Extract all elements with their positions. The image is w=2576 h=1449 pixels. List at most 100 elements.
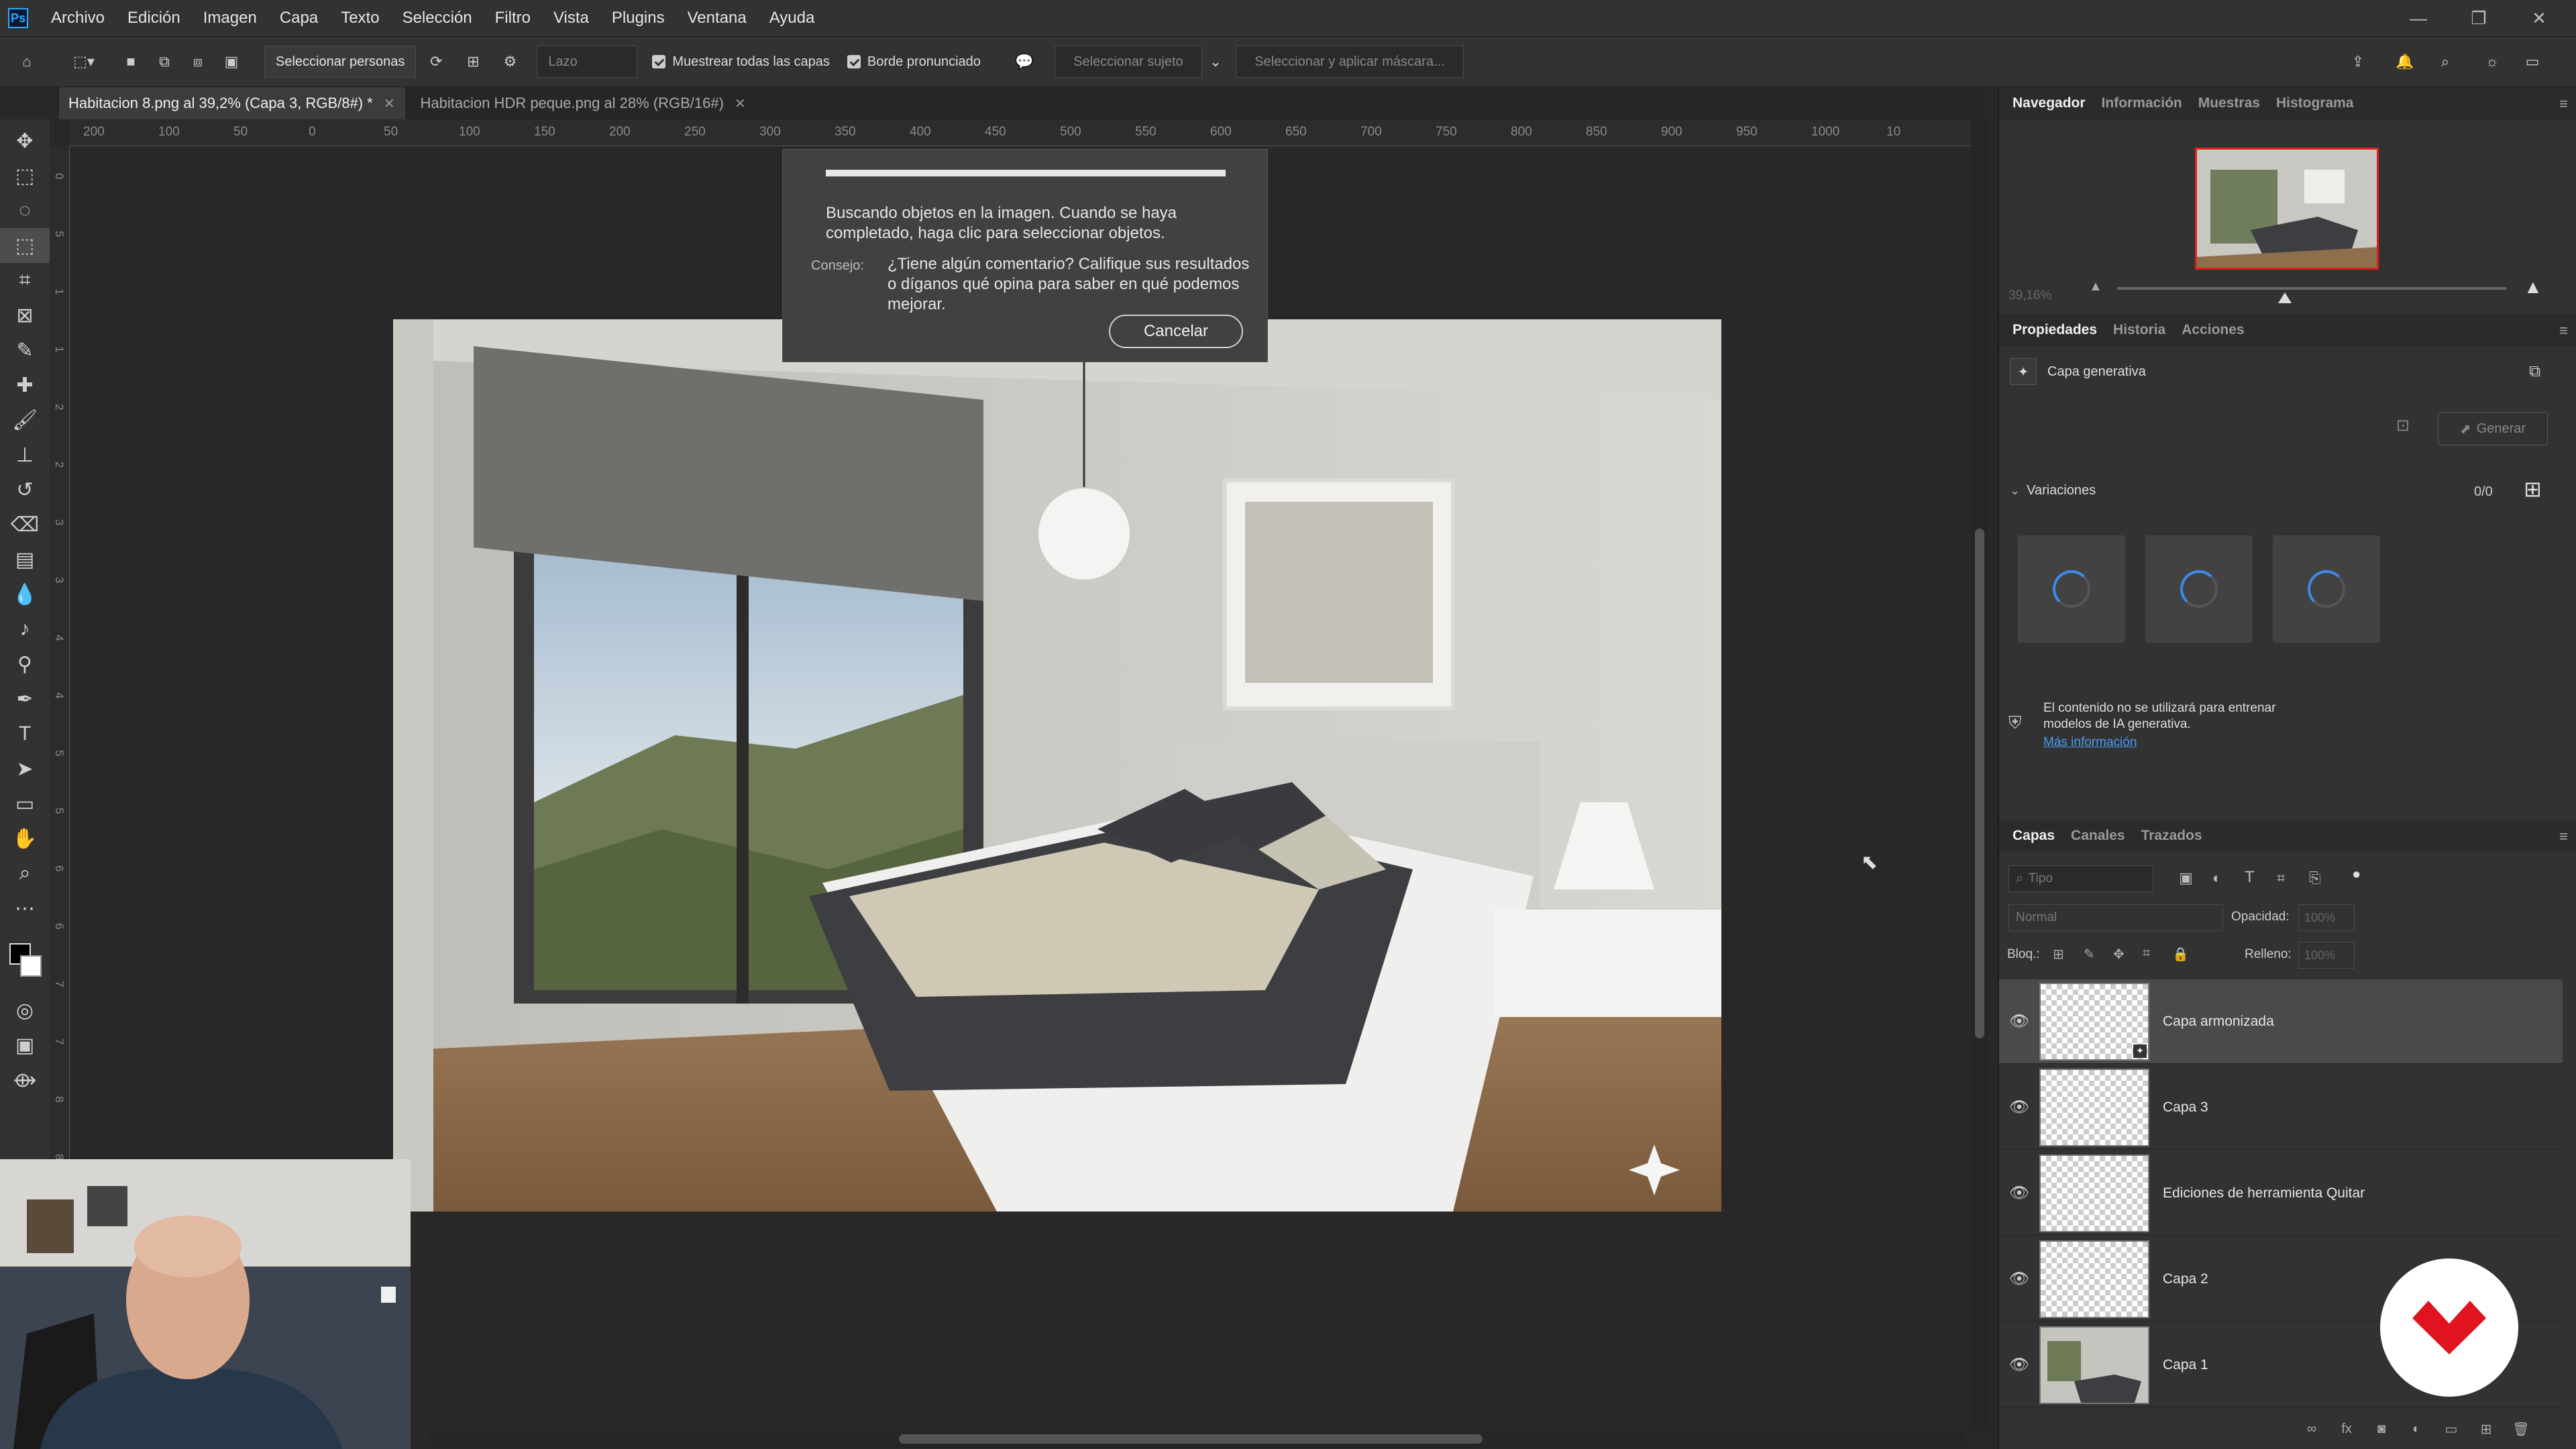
filter-adjustment-icon[interactable]: ◐ [2212,869,2221,887]
scroll-thumb[interactable] [899,1434,1483,1444]
zoom-slider[interactable] [2117,287,2506,290]
discover-icon[interactable]: ☼ [2475,45,2509,78]
healing-brush-icon[interactable]: ✚ [0,368,50,402]
tab-histograma[interactable]: Histograma [2273,95,2357,111]
share-icon[interactable]: ⇪ [2341,45,2375,78]
layer-row-ediciones-quitar[interactable]: 👁 Ediciones de herramienta Quitar [1999,1151,2563,1236]
zoom-in-icon[interactable]: ▲ [2524,276,2542,298]
horizontal-scrollbar[interactable] [429,1430,1966,1448]
filter-type-icon[interactable]: T [2245,868,2255,887]
mode-select[interactable]: Lazo [537,46,638,78]
object-finder-icon[interactable]: ⊞ [456,45,490,78]
reference-image-icon[interactable]: ⊡ [2396,416,2410,435]
lock-position-icon[interactable]: ✥ [2113,946,2125,963]
tab-acciones[interactable]: Acciones [2179,322,2247,338]
search-icon[interactable]: ⌕ [2428,45,2462,78]
bedroom-photo[interactable] [393,319,1721,1212]
hand-tool-icon[interactable]: ✋ [0,821,50,856]
chevron-down-icon[interactable]: ⌄ [1202,45,1229,78]
tab-informacion[interactable]: Información [2099,95,2185,111]
crop-tool-icon[interactable]: ⌗ [0,263,50,298]
type-tool-icon[interactable]: T [0,716,50,751]
bell-icon[interactable]: 🔔 [2388,45,2422,78]
marquee-tool-icon[interactable]: ⬚ [0,158,50,193]
feedback-icon[interactable]: 💬 [1001,45,1048,78]
zoom-tool-icon[interactable]: ⌕ [0,856,50,891]
tab-muestras[interactable]: Muestras [2196,95,2263,111]
variations-header[interactable]: ⌄ Variaciones [2010,483,2096,498]
select-and-mask-button[interactable]: Seleccionar y aplicar máscara... [1235,46,1464,78]
tab-capas[interactable]: Capas [2010,828,2057,844]
panel-menu-icon[interactable]: ≡ [2559,322,2568,339]
grid-view-icon[interactable]: ⊞ [2524,476,2542,502]
link-layers-icon[interactable]: ∞ [2294,1421,2329,1437]
variation-thumbnail-1[interactable] [2018,535,2125,643]
panel-menu-icon[interactable]: ≡ [2559,95,2568,113]
fill-field[interactable]: 100% [2298,942,2355,969]
opacity-field[interactable]: 100% [2298,904,2355,931]
quick-mask-icon[interactable]: ◎ [0,993,50,1028]
refresh-icon[interactable]: ⟳ [416,45,456,78]
visibility-eye-icon[interactable]: 👁 [1999,1012,2039,1031]
new-selection-icon[interactable]: ■ [114,45,148,78]
delete-layer-icon[interactable]: 🗑 [2504,1421,2538,1438]
select-people-button[interactable]: Seleccionar personas [264,46,417,78]
menu-texto[interactable]: Texto [341,9,379,28]
more-info-link[interactable]: Más información [2043,735,2137,750]
dodge-tool-icon[interactable]: ♪ [0,612,50,647]
sample-all-layers-checkbox[interactable]: Muestrear todas las capas [652,54,830,70]
color-swatches[interactable] [0,926,50,993]
filter-toggle-icon[interactable]: ● [2352,865,2361,883]
move-tool-icon[interactable]: ✥ [0,123,50,158]
visibility-eye-icon[interactable]: 👁 [1999,1183,2039,1203]
gradient-tool-icon[interactable]: ▤ [0,542,50,577]
blur-tool-icon[interactable]: 💧 [0,577,50,612]
object-selection-preset-icon[interactable]: ⬚▾ [54,45,114,78]
blend-mode-select[interactable]: Normal [2008,904,2223,931]
generative-fill-icon[interactable]: ⟴ [0,1063,50,1097]
tab-historia[interactable]: Historia [2110,322,2168,338]
layer-row-capa-armonizada[interactable]: 👁 ✦ Capa armonizada [1999,979,2563,1064]
rectangle-tool-icon[interactable]: ▭ [0,786,50,821]
tab-habitacion-8[interactable]: Habitacion 8.png al 39,2% (Capa 3, RGB/8… [59,87,406,119]
eraser-tool-icon[interactable]: ⌫ [0,507,50,542]
close-tab-icon[interactable]: ✕ [384,95,395,112]
menu-plugins[interactable]: Plugins [612,9,665,28]
layer-compare-icon[interactable]: ⧉ [2529,362,2540,381]
minimize-icon[interactable]: — [2395,0,2442,36]
home-icon[interactable]: ⌂ [0,45,54,78]
visibility-eye-icon[interactable]: 👁 [1999,1355,2039,1375]
zoom-slider-knob[interactable] [2278,292,2292,303]
navigator-thumbnail[interactable] [2195,148,2379,270]
pen-tool-icon[interactable]: ✒ [0,682,50,716]
screen-mode-icon[interactable]: ▣ [0,1028,50,1063]
menu-ayuda[interactable]: Ayuda [769,9,815,28]
close-tab-icon[interactable]: ✕ [735,95,746,112]
filter-shape-icon[interactable]: ⌗ [2277,869,2285,887]
magnifier-tool-icon[interactable]: ⚲ [0,647,50,682]
lock-pixels-icon[interactable]: ✎ [2084,946,2095,963]
new-layer-icon[interactable]: ⊞ [2469,1421,2504,1438]
clone-stamp-icon[interactable]: ⊥ [0,437,50,472]
path-selection-icon[interactable]: ➤ [0,751,50,786]
cancel-button[interactable]: Cancelar [1109,315,1243,348]
settings-gear-icon[interactable]: ⚙ [490,45,530,78]
visibility-eye-icon[interactable]: 👁 [1999,1269,2039,1289]
brush-tool-icon[interactable]: 🖌 [0,402,50,437]
lock-transparency-icon[interactable]: ⊞ [2053,946,2064,963]
lasso-tool-icon[interactable]: ◌ [0,193,50,228]
lock-all-icon[interactable]: 🔒 [2172,946,2189,963]
more-tools-icon[interactable]: ⋯ [0,891,50,926]
intersect-selection-icon[interactable]: ▣ [215,45,248,78]
object-selection-tool-icon[interactable]: ⬚ [0,228,50,263]
add-mask-icon[interactable]: ◙ [2364,1421,2399,1437]
navigator-zoom-value[interactable]: 39,16% [2008,288,2051,303]
menu-edicion[interactable]: Edición [127,9,180,28]
restore-icon[interactable]: ❐ [2455,0,2502,36]
tab-canales[interactable]: Canales [2068,828,2128,844]
menu-capa[interactable]: Capa [280,9,318,28]
menu-seleccion[interactable]: Selección [402,9,472,28]
generate-button[interactable]: ⬈ Generar [2438,412,2548,445]
scroll-thumb[interactable] [1975,529,1984,1038]
visibility-eye-icon[interactable]: 👁 [1999,1097,2039,1117]
